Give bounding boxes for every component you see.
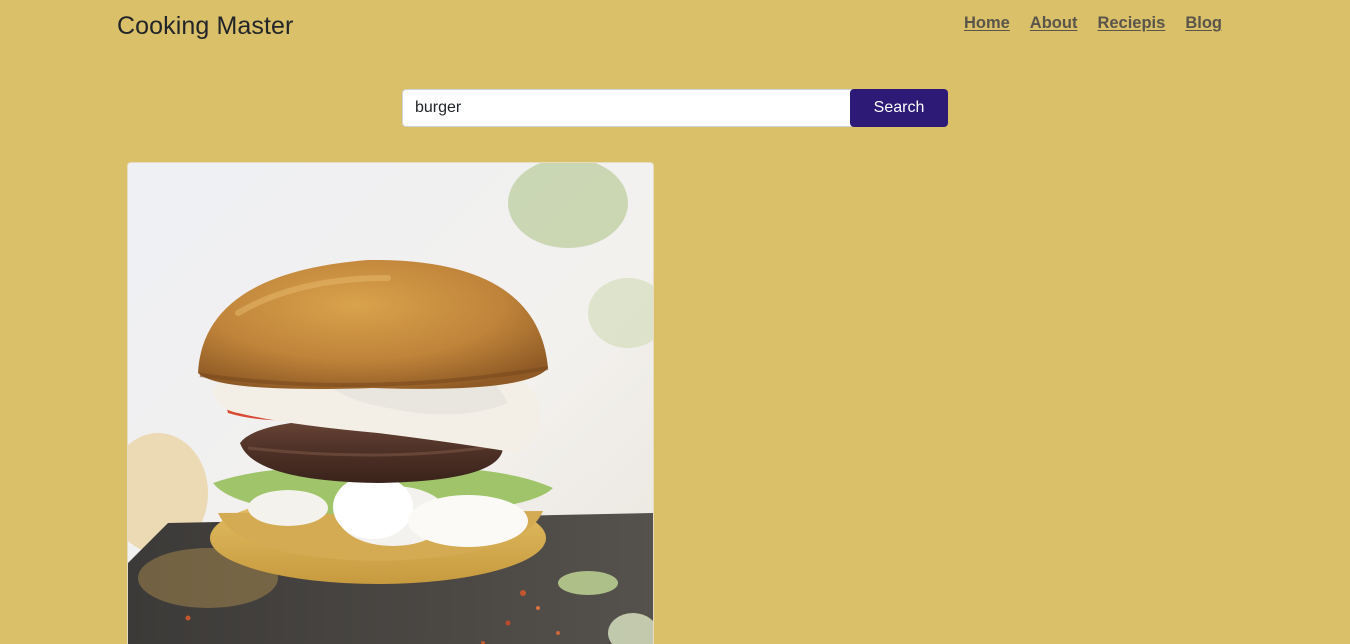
recipe-card[interactable] bbox=[127, 162, 654, 644]
nav-link-home[interactable]: Home bbox=[964, 14, 1010, 33]
nav-link-blog[interactable]: Blog bbox=[1185, 14, 1222, 33]
search-bar: Search bbox=[402, 89, 948, 127]
page: Cooking Master Home About Reciepis Blog … bbox=[0, 0, 1350, 644]
nav-link-recipes[interactable]: Reciepis bbox=[1097, 14, 1165, 33]
burger-photo bbox=[128, 163, 653, 644]
search-input[interactable] bbox=[402, 89, 852, 127]
search-button[interactable]: Search bbox=[850, 89, 948, 127]
main-nav: Home About Reciepis Blog bbox=[964, 14, 1222, 33]
nav-link-about[interactable]: About bbox=[1030, 14, 1078, 33]
site-title[interactable]: Cooking Master bbox=[117, 12, 293, 41]
